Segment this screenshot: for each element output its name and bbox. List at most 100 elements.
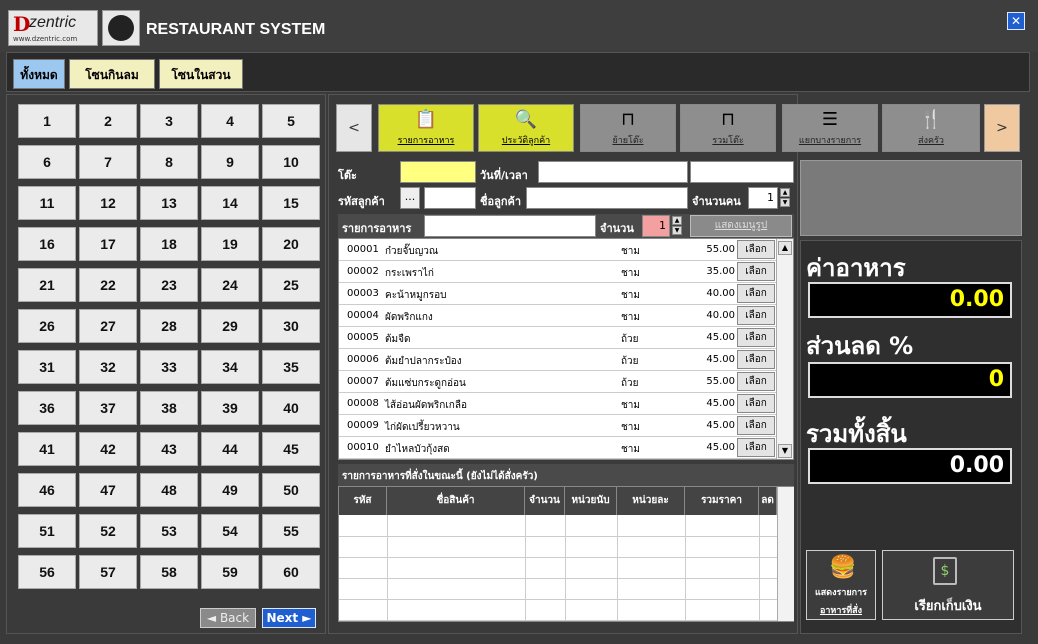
- table-button[interactable]: 5: [262, 104, 320, 138]
- table-button[interactable]: 56: [18, 555, 76, 589]
- table-button[interactable]: 42: [79, 432, 137, 466]
- next-button[interactable]: Next ►: [262, 608, 316, 628]
- table-button[interactable]: 22: [79, 268, 137, 302]
- table-button[interactable]: 16: [18, 227, 76, 261]
- select-item-button[interactable]: เลือก: [737, 416, 775, 435]
- close-button[interactable]: ✕: [1007, 12, 1025, 30]
- back-button[interactable]: ◄ Back: [200, 608, 256, 628]
- table-button[interactable]: 37: [79, 391, 137, 425]
- table-button[interactable]: 58: [140, 555, 198, 589]
- browse-customer-button[interactable]: ...: [400, 187, 420, 209]
- guests-up-button[interactable]: ▲: [780, 188, 790, 197]
- table-button[interactable]: 10: [262, 145, 320, 179]
- toolbar-next-button[interactable]: >: [984, 104, 1020, 152]
- table-button[interactable]: 49: [201, 473, 259, 507]
- table-field[interactable]: [400, 161, 476, 183]
- table-button[interactable]: 18: [140, 227, 198, 261]
- table-button[interactable]: 11: [18, 186, 76, 220]
- table-button[interactable]: 48: [140, 473, 198, 507]
- date-field[interactable]: [538, 161, 688, 183]
- zone-tab-kinlom[interactable]: โซนกินลม: [69, 59, 155, 89]
- table-button[interactable]: 4: [201, 104, 259, 138]
- toolbar-prev-button[interactable]: <: [336, 104, 372, 152]
- table-button[interactable]: 13: [140, 186, 198, 220]
- table-button[interactable]: 33: [140, 350, 198, 384]
- customer-code-field[interactable]: [424, 187, 476, 209]
- menu-item-row[interactable]: 00010 ยำไหลบัวกุ้งสด ชาม 45.00 เลือก: [339, 437, 777, 459]
- scroll-up-icon[interactable]: ▲: [778, 241, 792, 255]
- select-item-button[interactable]: เลือก: [737, 438, 775, 457]
- table-button[interactable]: 45: [262, 432, 320, 466]
- table-button[interactable]: 34: [201, 350, 259, 384]
- select-item-button[interactable]: เลือก: [737, 372, 775, 391]
- menu-item-row[interactable]: 00009 ไก่ผัดเปรี้ยวหวาน ชาม 45.00 เลือก: [339, 415, 777, 437]
- select-item-button[interactable]: เลือก: [737, 240, 775, 259]
- collect-payment-button[interactable]: $ เรียกเก็บเงิน: [882, 550, 1014, 620]
- table-button[interactable]: 60: [262, 555, 320, 589]
- select-item-button[interactable]: เลือก: [737, 306, 775, 325]
- table-button[interactable]: 46: [18, 473, 76, 507]
- table-button[interactable]: 25: [262, 268, 320, 302]
- customer-name-field[interactable]: [526, 187, 688, 209]
- table-button[interactable]: 38: [140, 391, 198, 425]
- select-item-button[interactable]: เลือก: [737, 328, 775, 347]
- table-button[interactable]: 6: [18, 145, 76, 179]
- time-field[interactable]: [690, 161, 794, 183]
- customer-history-button[interactable]: 🔍 ประวัติลูกค้า: [478, 104, 574, 152]
- table-button[interactable]: 15: [262, 186, 320, 220]
- table-button[interactable]: 31: [18, 350, 76, 384]
- table-button[interactable]: 44: [201, 432, 259, 466]
- table-button[interactable]: 19: [201, 227, 259, 261]
- table-button[interactable]: 52: [79, 514, 137, 548]
- table-button[interactable]: 47: [79, 473, 137, 507]
- zone-tab-all[interactable]: ทั้งหมด: [13, 59, 65, 89]
- table-button[interactable]: 20: [262, 227, 320, 261]
- select-item-button[interactable]: เลือก: [737, 350, 775, 369]
- table-button[interactable]: 35: [262, 350, 320, 384]
- select-item-button[interactable]: เลือก: [737, 394, 775, 413]
- select-item-button[interactable]: เลือก: [737, 284, 775, 303]
- table-button[interactable]: 8: [140, 145, 198, 179]
- table-button[interactable]: 12: [79, 186, 137, 220]
- table-button[interactable]: 41: [18, 432, 76, 466]
- table-button[interactable]: 36: [18, 391, 76, 425]
- split-items-button[interactable]: ☰ แยกบางรายการ: [782, 104, 878, 152]
- table-button[interactable]: 7: [79, 145, 137, 179]
- table-button[interactable]: 3: [140, 104, 198, 138]
- menu-item-row[interactable]: 00005 ต้มจืด ถ้วย 45.00 เลือก: [339, 327, 777, 349]
- table-button[interactable]: 27: [79, 309, 137, 343]
- menu-search-input[interactable]: [424, 215, 596, 237]
- merge-table-button[interactable]: ⊓ รวมโต๊ะ: [680, 104, 776, 152]
- zone-tab-naisuan[interactable]: โซนในสวน: [159, 59, 243, 89]
- table-button[interactable]: 51: [18, 514, 76, 548]
- menu-item-row[interactable]: 00008 ไส้อ่อนผัดพริกเกลือ ชาม 45.00 เลือก: [339, 393, 777, 415]
- table-button[interactable]: 14: [201, 186, 259, 220]
- menu-item-row[interactable]: 00007 ต้มแซ่บกระดูกอ่อน ถ้วย 55.00 เลือก: [339, 371, 777, 393]
- menu-list-scrollbar[interactable]: [776, 239, 793, 459]
- table-button[interactable]: 17: [79, 227, 137, 261]
- menu-item-row[interactable]: 00006 ต้มยำปลากระป๋อง ถ้วย 45.00 เลือก: [339, 349, 777, 371]
- table-button[interactable]: 9: [201, 145, 259, 179]
- qty-down-button[interactable]: ▼: [672, 226, 682, 235]
- menu-item-row[interactable]: 00004 ผัดพริกแกง ชาม 40.00 เลือก: [339, 305, 777, 327]
- qty-up-button[interactable]: ▲: [672, 216, 682, 225]
- table-button[interactable]: 2: [79, 104, 137, 138]
- scroll-down-icon[interactable]: ▼: [778, 444, 792, 458]
- table-button[interactable]: 40: [262, 391, 320, 425]
- show-images-button[interactable]: แสดงเมนูรูป: [690, 215, 792, 237]
- table-button[interactable]: 57: [79, 555, 137, 589]
- table-button[interactable]: 43: [140, 432, 198, 466]
- table-button[interactable]: 55: [262, 514, 320, 548]
- table-button[interactable]: 32: [79, 350, 137, 384]
- menu-list-button[interactable]: 📋 รายการอาหาร: [378, 104, 474, 152]
- order-grid-scrollbar[interactable]: [777, 487, 794, 621]
- guests-down-button[interactable]: ▼: [780, 198, 790, 207]
- discount-value[interactable]: 0: [808, 362, 1012, 398]
- show-order-button[interactable]: 🍔 แสดงรายการ อาหารที่สั่ง: [806, 550, 876, 620]
- table-button[interactable]: 29: [201, 309, 259, 343]
- send-kitchen-button[interactable]: 🍴 ส่งครัว: [882, 104, 980, 152]
- table-button[interactable]: 59: [201, 555, 259, 589]
- select-item-button[interactable]: เลือก: [737, 262, 775, 281]
- qty-field[interactable]: 1: [642, 215, 670, 237]
- menu-item-row[interactable]: 00002 กระเพราไก่ ชาม 35.00 เลือก: [339, 261, 777, 283]
